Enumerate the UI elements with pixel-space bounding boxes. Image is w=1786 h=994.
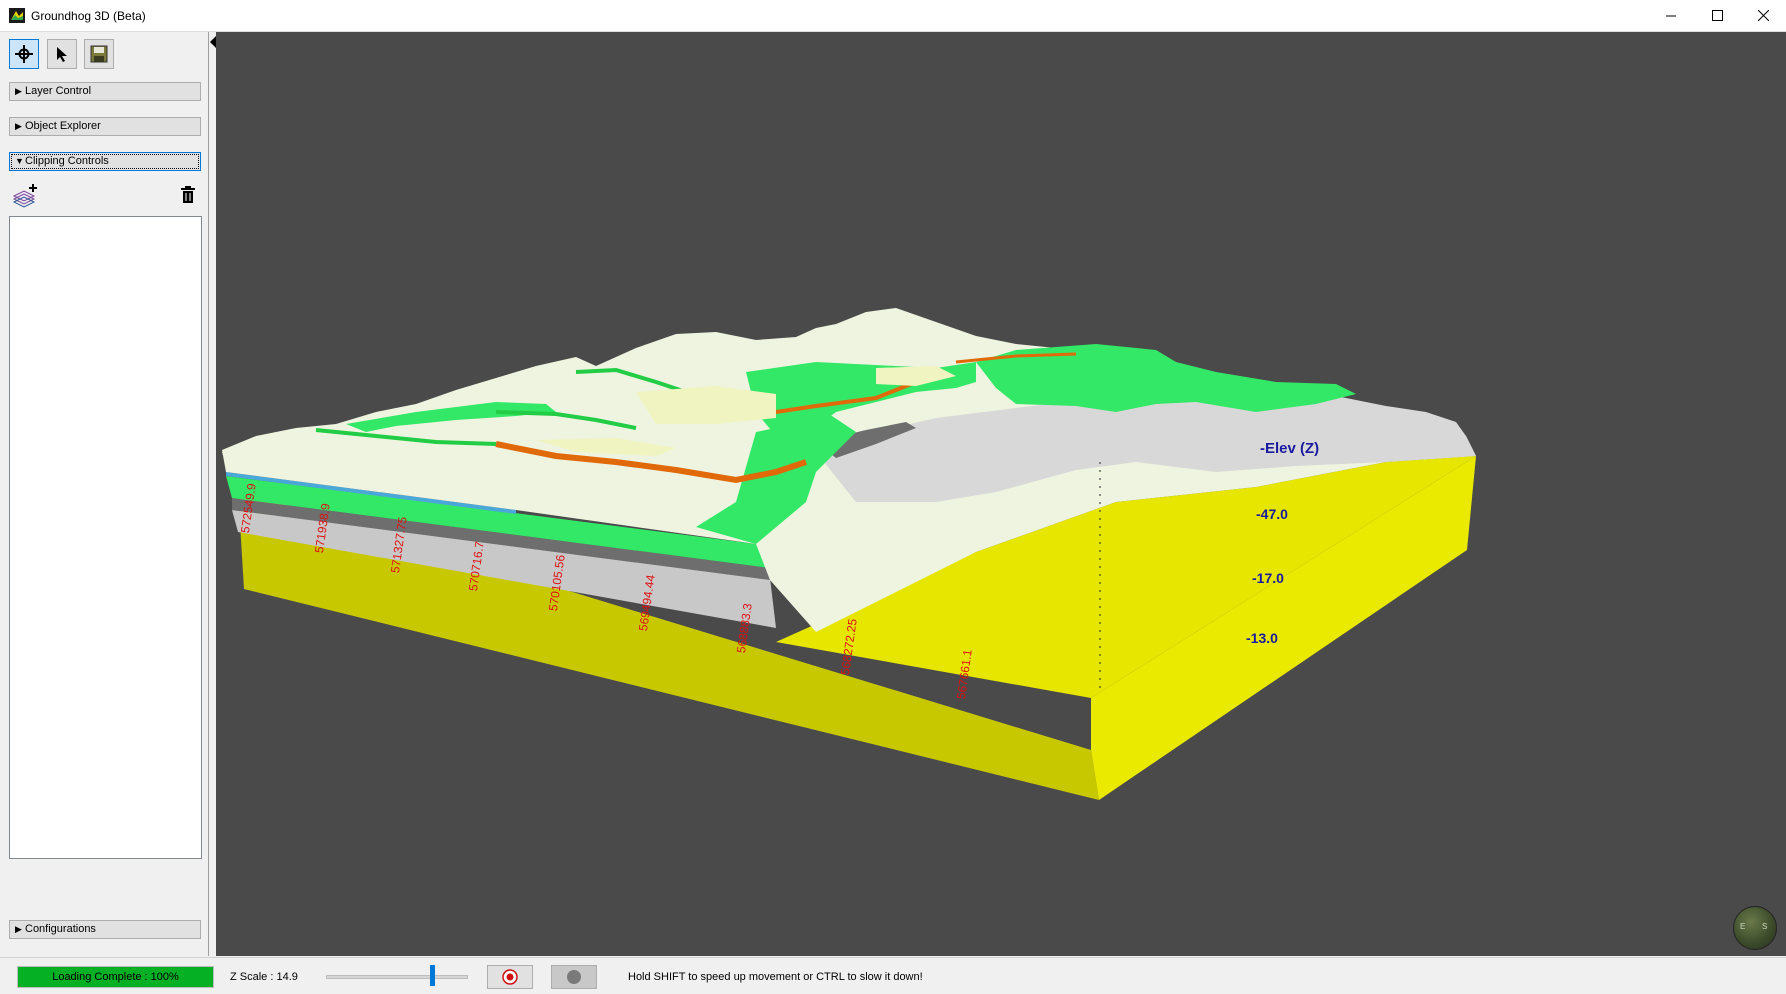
record-button[interactable] <box>487 965 533 989</box>
delete-trash-icon[interactable] <box>181 186 195 203</box>
maximize-button[interactable] <box>1694 0 1740 31</box>
left-panel: ▶ Layer Control ▶ Object Explorer ▼ Clip… <box>0 32 209 956</box>
z-scale-slider-thumb[interactable] <box>429 965 435 986</box>
collapsed-arrow-icon: ▶ <box>15 924 22 934</box>
minimize-icon <box>1665 15 1676 17</box>
window-title: Groundhog 3D (Beta) <box>31 9 146 23</box>
record-icon <box>502 969 518 985</box>
elevation-tick-label: -17.0 <box>1252 570 1284 586</box>
cream-patch-1 <box>636 386 776 424</box>
select-pointer-icon <box>57 47 67 62</box>
title-bar: Groundhog 3D (Beta) <box>0 0 1786 32</box>
app-logo-icon <box>9 8 25 23</box>
z-scale-label: Z Scale : 14.9 <box>230 971 298 983</box>
configurations-label: Configurations <box>25 923 96 935</box>
collapsed-arrow-icon: ▶ <box>15 86 22 96</box>
clipping-controls-label: Clipping Controls <box>25 155 109 167</box>
close-button[interactable] <box>1740 0 1786 31</box>
status-bar: Loading Complete : 100% Z Scale : 14.9 H… <box>0 957 1786 994</box>
loading-progress-bar: Loading Complete : 100% <box>17 966 214 988</box>
compass-widget[interactable]: E S <box>1733 906 1777 950</box>
save-disk-icon <box>90 45 108 63</box>
layer-control-toggle[interactable]: ▶ Layer Control <box>9 82 201 101</box>
elevation-tick-label: -47.0 <box>1256 506 1288 522</box>
expanded-arrow-icon: ▼ <box>15 156 24 166</box>
maximize-icon <box>1711 10 1723 21</box>
navigation-hint-text: Hold SHIFT to speed up movement or CTRL … <box>628 971 923 983</box>
select-tool-button[interactable] <box>47 39 77 69</box>
3d-viewport[interactable]: -Elev (Z) -47.0 -17.0 -13.0 572549.9 571938.… <box>216 32 1786 956</box>
close-icon <box>1757 10 1769 21</box>
loading-status-text: Loading Complete : 100% <box>52 971 179 983</box>
z-scale-slider-track[interactable] <box>326 975 468 979</box>
stop-button[interactable] <box>551 965 597 989</box>
terrain-scene <box>222 308 1476 800</box>
elevation-axis-title: -Elev (Z) <box>1260 440 1320 457</box>
clipping-controls-toggle[interactable]: ▼ Clipping Controls <box>9 152 201 171</box>
layer-control-label: Layer Control <box>25 85 92 97</box>
compass-south-letter: S <box>1762 922 1768 931</box>
move-crosshair-icon <box>15 45 33 63</box>
compass-east-letter: E <box>1740 922 1746 931</box>
save-tool-button[interactable] <box>84 39 114 69</box>
object-explorer-label: Object Explorer <box>25 120 101 132</box>
collapsed-arrow-icon: ▶ <box>15 121 22 131</box>
elevation-tick-label: -13.0 <box>1246 630 1278 646</box>
stop-circle-icon <box>567 970 581 984</box>
configurations-toggle[interactable]: ▶ Configurations <box>9 920 201 939</box>
add-clipping-plane-icon[interactable] <box>12 182 38 208</box>
clipping-list[interactable] <box>9 216 202 859</box>
object-explorer-toggle[interactable]: ▶ Object Explorer <box>9 117 201 136</box>
minimize-button[interactable] <box>1648 0 1694 31</box>
move-tool-button[interactable] <box>9 39 39 69</box>
